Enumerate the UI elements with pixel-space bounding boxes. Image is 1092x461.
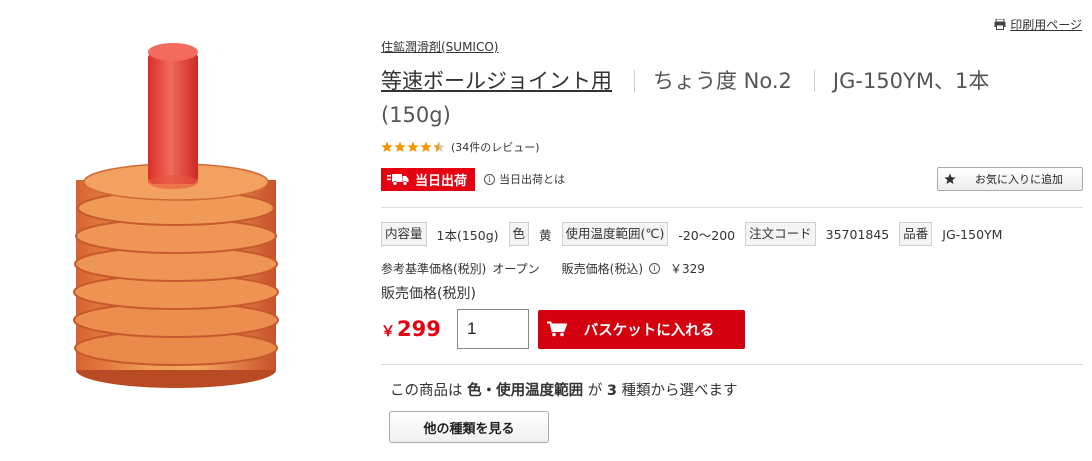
print-page-label: 印刷用ページ	[1010, 18, 1082, 32]
title-model: JG-150YM、1本	[832, 69, 990, 93]
cart-icon	[547, 321, 567, 337]
same-day-shipping-label: 当日出荷	[415, 173, 468, 189]
add-to-basket-label: バスケットに入れる	[583, 322, 715, 339]
variant-prefix: この商品は	[390, 383, 463, 399]
spec-key: 色	[508, 222, 530, 246]
printer-icon	[994, 19, 1006, 30]
spec-key: 内容量	[381, 222, 427, 246]
spec-key: 品番	[899, 222, 933, 246]
divider	[381, 207, 1083, 208]
sale-price-label: 販売価格(税別)	[381, 286, 476, 302]
rating-star-icon	[420, 141, 432, 152]
variant-summary: この商品は 色・使用温度範囲 が 3 種類から選べます	[390, 381, 1083, 401]
product-info: 住鉱潤滑剤(SUMICO) 等速ボールジョイント用 ちょう度 No.2 JG-150…	[381, 38, 1083, 443]
sale-price: ￥ 299	[381, 317, 457, 341]
rating-star-icon	[381, 141, 393, 152]
same-day-shipping-badge: 当日出荷	[381, 167, 476, 191]
info-icon: i	[484, 173, 496, 185]
same-day-info-link[interactable]: i 当日出荷とは	[484, 171, 565, 187]
tax-included-price-value: ￥329	[670, 261, 705, 276]
info-icon[interactable]: i	[649, 262, 661, 274]
title-quantity: (150g)	[381, 103, 451, 127]
divider	[381, 364, 1083, 365]
buy-row: ￥ 299 バスケットに入れる	[381, 309, 1083, 349]
reference-price-value: オープン	[492, 261, 540, 276]
print-page-link[interactable]: 印刷用ページ	[994, 16, 1082, 33]
variant-suffix: 種類から選べます	[621, 383, 738, 399]
variant-attributes: 色・使用温度範囲	[467, 383, 584, 399]
spec-key: 使用温度範囲(℃)	[561, 222, 669, 246]
truck-icon	[387, 173, 409, 186]
star-icon	[944, 173, 956, 184]
shipping-row: 当日出荷 i 当日出荷とは お気に入りに追加	[381, 167, 1083, 191]
title-separator	[813, 70, 815, 92]
spec-key: 注文コード	[745, 222, 816, 246]
same-day-info-label: 当日出荷とは	[499, 173, 566, 186]
spec-list: 内容量 1本(150g) 色 黄 使用温度範囲(℃) -20～200 注文コード…	[381, 221, 1083, 247]
title-separator	[634, 70, 635, 92]
brand-link[interactable]: 住鉱潤滑剤(SUMICO)	[381, 38, 1083, 56]
reference-price-label: 参考基準価格(税別)	[381, 261, 487, 276]
product-image	[60, 30, 300, 400]
rating-star-icon	[394, 141, 406, 152]
add-to-favorites-button[interactable]: お気に入りに追加	[937, 167, 1083, 191]
see-other-variants-button[interactable]: 他の種類を見る	[389, 411, 549, 443]
variant-middle: が	[587, 383, 603, 399]
add-to-favorites-label: お気に入りに追加	[975, 173, 1063, 186]
spec-value: 黄	[539, 227, 552, 243]
title-grade: ちょう度 No.2	[653, 69, 792, 93]
rating-star-icon	[407, 141, 419, 152]
review-count-link[interactable]: (34件のレビュー)	[451, 139, 540, 155]
title-main: 等速ボールジョイント用	[381, 69, 612, 93]
currency-symbol: ￥	[381, 324, 395, 340]
rating-star-icon	[433, 141, 445, 152]
spec-value: JG-150YM	[942, 226, 1003, 242]
variant-count: 3	[606, 383, 617, 399]
sale-price-amount: 299	[397, 317, 441, 341]
rating: (34件のレビュー)	[381, 138, 1083, 156]
quantity-input[interactable]	[457, 309, 529, 349]
tax-included-price-label: 販売価格(税込)	[561, 261, 644, 276]
product-title: 等速ボールジョイント用 ちょう度 No.2 JG-150YM、1本 (150g)	[381, 64, 1083, 132]
rating-stars	[381, 141, 445, 153]
reference-price-row: 参考基準価格(税別) オープン 販売価格(税込) i ￥329	[381, 259, 1083, 277]
spec-value: -20～200	[678, 227, 736, 243]
add-to-basket-button[interactable]: バスケットに入れる	[538, 309, 745, 349]
spec-value: 35701845	[825, 226, 890, 242]
spec-value: 1本(150g)	[436, 227, 499, 243]
